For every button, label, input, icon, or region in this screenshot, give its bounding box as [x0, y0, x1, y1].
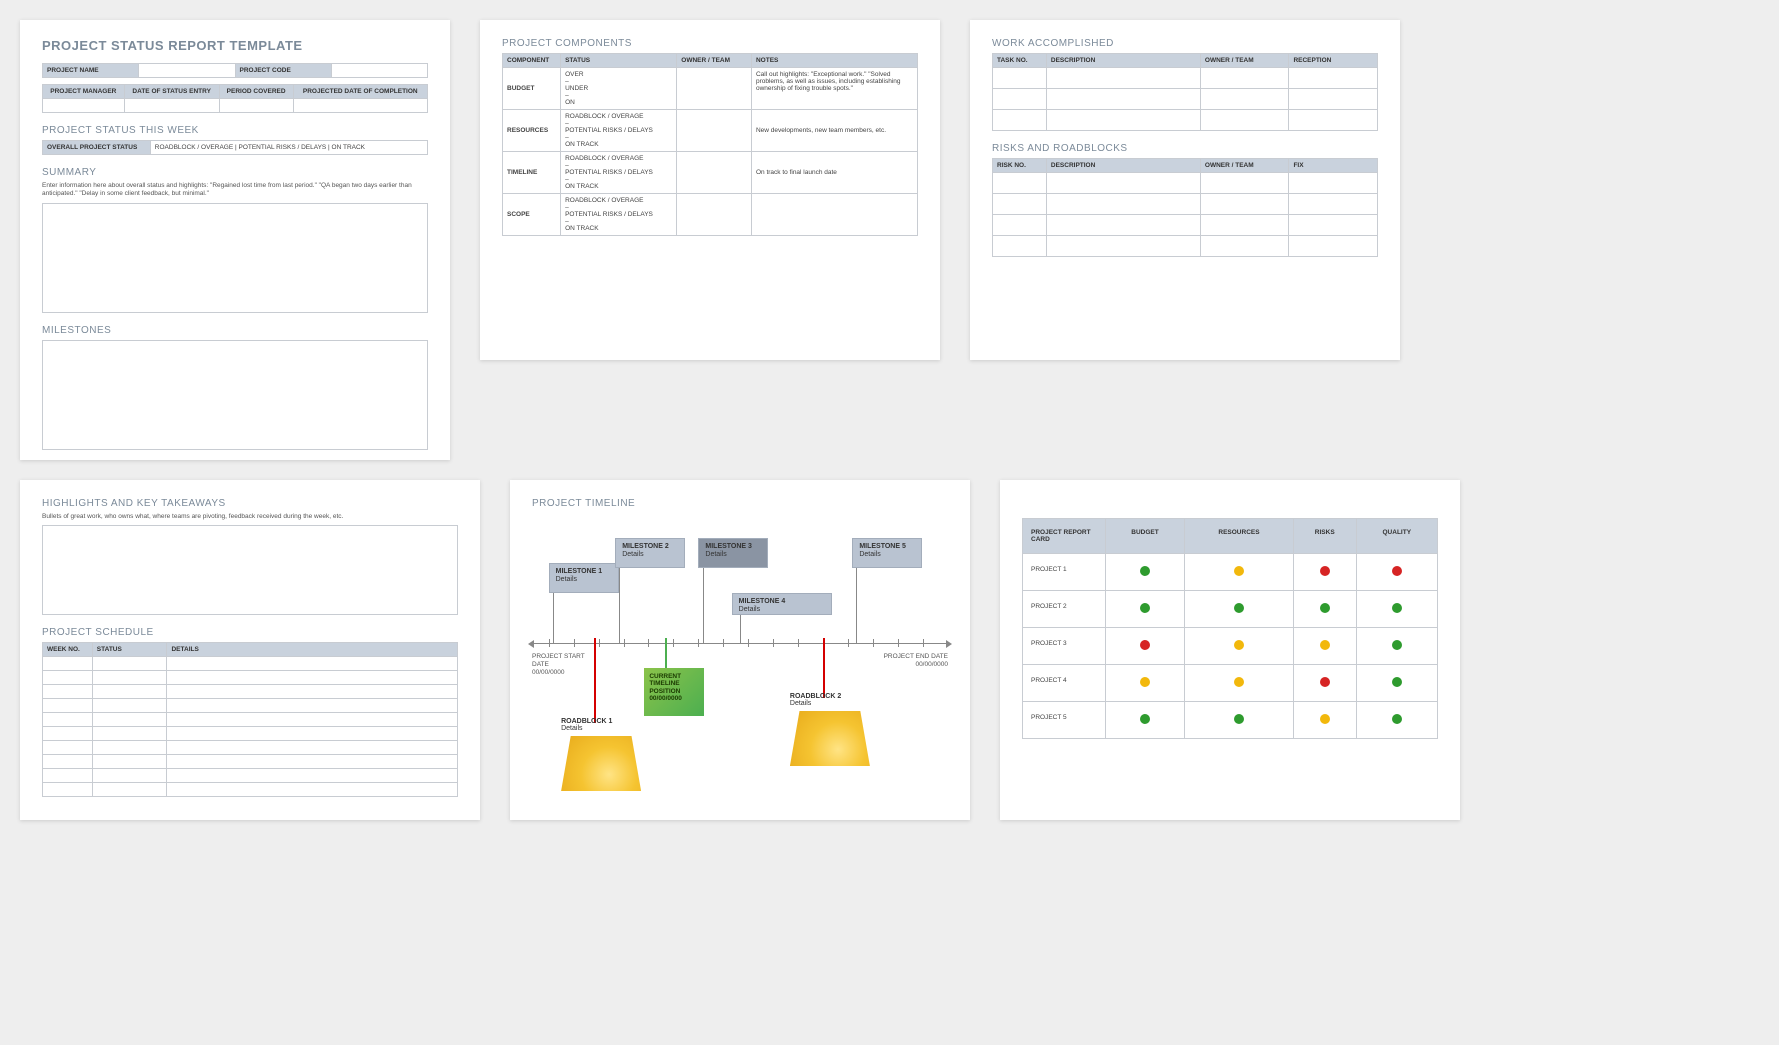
- page-timeline: PROJECT TIMELINE MILESTONE 1Details M: [510, 480, 970, 820]
- status-week-table: OVERALL PROJECT STATUS ROADBLOCK / OVERA…: [42, 140, 428, 155]
- table-row: RESOURCES ROADBLOCK / OVERAGE – POTENTIA…: [503, 110, 918, 152]
- status-dot-icon: [1392, 677, 1402, 687]
- end-date: PROJECT END DATE00/00/0000: [878, 653, 948, 669]
- components-title: PROJECT COMPONENTS: [502, 38, 918, 49]
- status-dot-icon: [1140, 677, 1150, 687]
- risks-title: RISKS AND ROADBLOCKS: [992, 143, 1378, 154]
- summary-hint: Enter information here about overall sta…: [42, 182, 428, 199]
- status-dot-icon: [1392, 566, 1402, 576]
- highlights-hint: Bullets of great work, who owns what, wh…: [42, 513, 458, 521]
- status-dot-icon: [1320, 714, 1330, 724]
- milestone-box: MILESTONE 5Details: [852, 538, 922, 568]
- table-row: PROJECT 5: [1023, 702, 1438, 739]
- components-table: COMPONENT STATUS OWNER / TEAM NOTES BUDG…: [502, 53, 918, 236]
- milestone-box: MILESTONE 4Details: [732, 593, 832, 615]
- summary-box: [42, 203, 428, 313]
- risks-table: RISK NO. DESCRIPTION OWNER / TEAM FIX: [992, 158, 1378, 257]
- status-dot-icon: [1392, 714, 1402, 724]
- status-dot-icon: [1234, 714, 1244, 724]
- start-date: PROJECT START DATE00/00/0000: [532, 653, 602, 676]
- page-work-risks: WORK ACCOMPLISHED TASK NO. DESCRIPTION O…: [970, 20, 1400, 360]
- status-dot-icon: [1140, 603, 1150, 613]
- work-title: WORK ACCOMPLISHED: [992, 38, 1378, 49]
- status-dot-icon: [1320, 640, 1330, 650]
- table-row: PROJECT 4: [1023, 665, 1438, 702]
- page-project-components: PROJECT COMPONENTS COMPONENT STATUS OWNE…: [480, 20, 940, 360]
- status-dot-icon: [1140, 714, 1150, 724]
- status-dot-icon: [1320, 566, 1330, 576]
- work-table: TASK NO. DESCRIPTION OWNER / TEAM RECEPT…: [992, 53, 1378, 131]
- table-row: BUDGET OVER – UNDER – ON Call out highli…: [503, 68, 918, 110]
- status-dot-icon: [1320, 677, 1330, 687]
- milestone-box: MILESTONE 3Details: [698, 538, 768, 568]
- timeline-diagram: MILESTONE 1Details MILESTONE 2Details MI…: [532, 513, 948, 803]
- page-report-card: PROJECT REPORT CARD BUDGET RESOURCES RIS…: [1000, 480, 1460, 820]
- info-columns-table: PROJECT MANAGER DATE OF STATUS ENTRY PER…: [42, 84, 428, 113]
- schedule-table: WEEK NO. STATUS DETAILS: [42, 642, 458, 797]
- report-card-table: PROJECT REPORT CARD BUDGET RESOURCES RIS…: [1022, 518, 1438, 739]
- label-project-name: PROJECT NAME: [43, 64, 139, 78]
- page-status-report: PROJECT STATUS REPORT TEMPLATE PROJECT N…: [20, 20, 450, 460]
- milestones-heading: MILESTONES: [42, 325, 428, 336]
- status-dot-icon: [1392, 603, 1402, 613]
- schedule-title: PROJECT SCHEDULE: [42, 627, 458, 638]
- current-position: CURRENT TIMELINE POSITION 00/00/0000: [644, 668, 704, 716]
- label-project-code: PROJECT CODE: [235, 64, 331, 78]
- table-row: TIMELINE ROADBLOCK / OVERAGE – POTENTIAL…: [503, 152, 918, 194]
- status-dot-icon: [1234, 640, 1244, 650]
- table-row: SCOPE ROADBLOCK / OVERAGE – POTENTIAL RI…: [503, 194, 918, 236]
- highlights-title: HIGHLIGHTS AND KEY TAKEAWAYS: [42, 498, 458, 509]
- status-week-heading: PROJECT STATUS THIS WEEK: [42, 125, 428, 136]
- status-dot-icon: [1234, 677, 1244, 687]
- status-dot-icon: [1140, 640, 1150, 650]
- status-dot-icon: [1234, 566, 1244, 576]
- page-title: PROJECT STATUS REPORT TEMPLATE: [42, 38, 428, 53]
- summary-heading: SUMMARY: [42, 167, 428, 178]
- milestones-box: [42, 340, 428, 450]
- table-row: PROJECT 2: [1023, 591, 1438, 628]
- timeline-title: PROJECT TIMELINE: [532, 498, 948, 509]
- status-dot-icon: [1140, 566, 1150, 576]
- milestone-box: MILESTONE 2Details: [615, 538, 685, 568]
- roadblock-box: ROADBLOCK 1Details: [561, 718, 641, 791]
- status-dot-icon: [1392, 640, 1402, 650]
- info-header-table: PROJECT NAME PROJECT CODE: [42, 63, 428, 78]
- status-dot-icon: [1320, 603, 1330, 613]
- milestone-box: MILESTONE 1Details: [549, 563, 619, 593]
- roadblock-box: ROADBLOCK 2Details: [790, 693, 870, 766]
- status-dot-icon: [1234, 603, 1244, 613]
- table-row: PROJECT 3: [1023, 628, 1438, 665]
- highlights-box: [42, 525, 458, 615]
- page-highlights-schedule: HIGHLIGHTS AND KEY TAKEAWAYS Bullets of …: [20, 480, 480, 820]
- table-row: PROJECT 1: [1023, 554, 1438, 591]
